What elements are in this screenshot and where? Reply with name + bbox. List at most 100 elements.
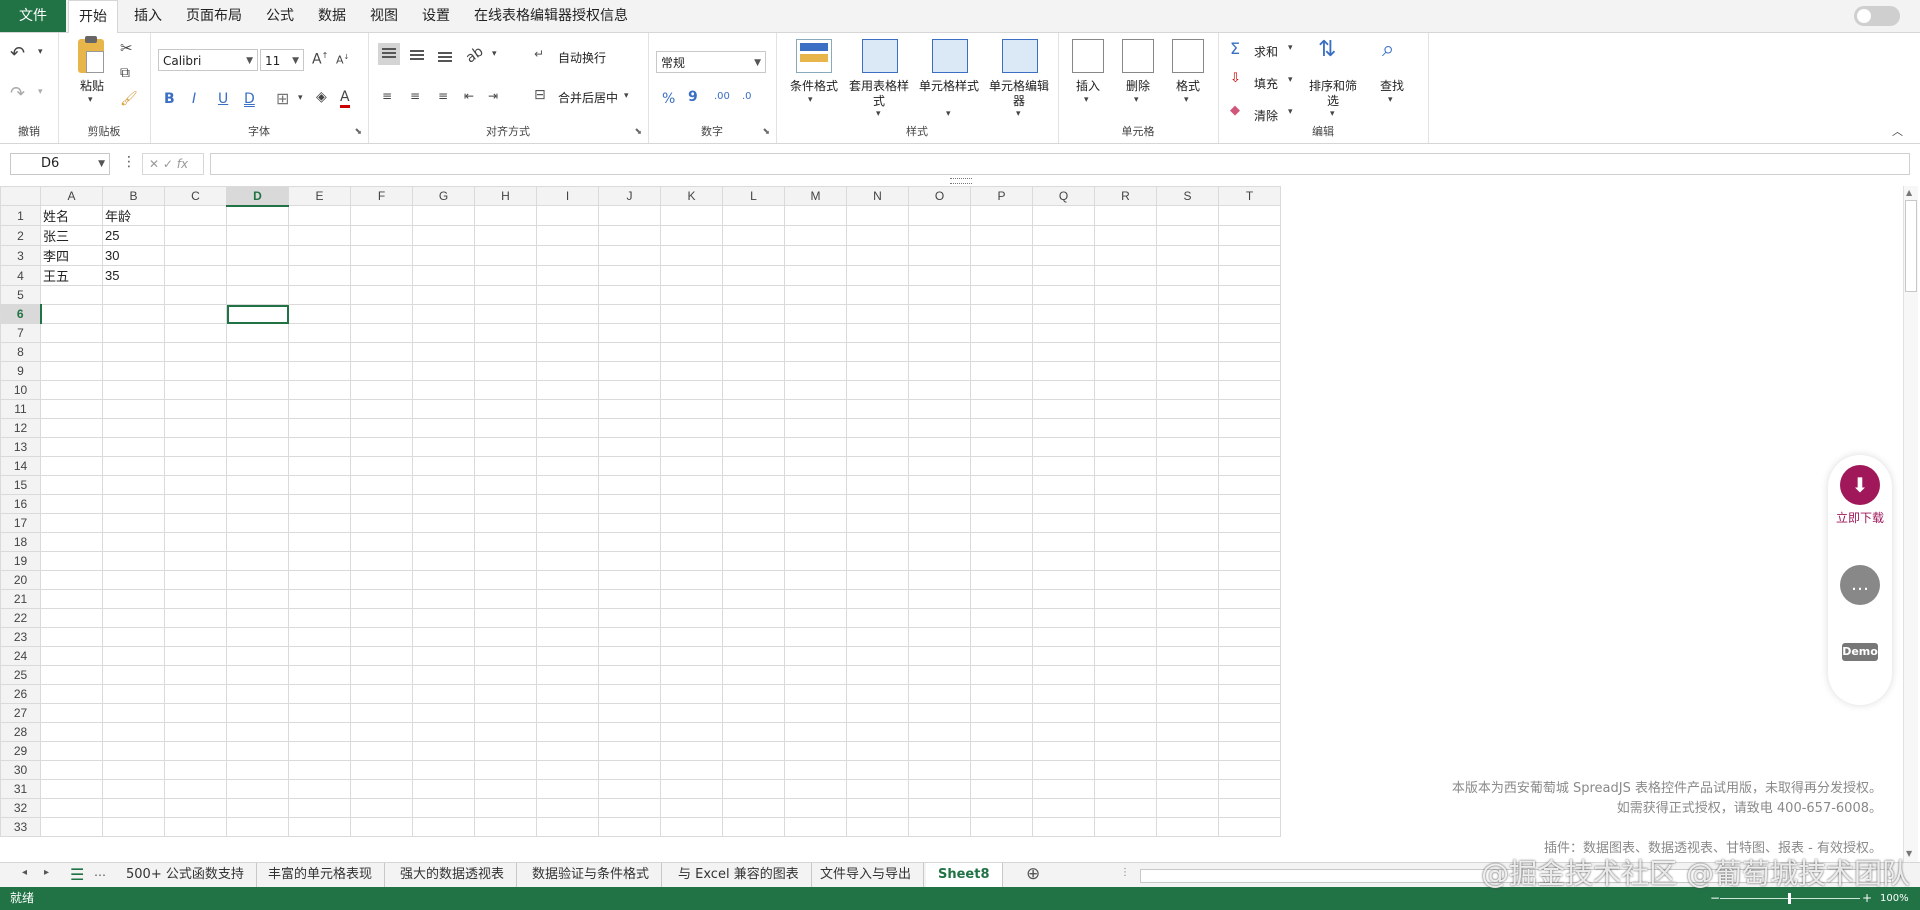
cell[interactable] [350, 304, 413, 324]
format-cells-icon[interactable] [1172, 39, 1204, 73]
cell[interactable] [722, 798, 785, 818]
cell[interactable] [474, 437, 537, 457]
tab-settings[interactable]: 设置 [412, 0, 460, 32]
theme-toggle[interactable] [1854, 6, 1900, 26]
cell[interactable] [412, 741, 475, 761]
cell[interactable] [102, 722, 165, 742]
cell[interactable] [784, 608, 847, 628]
cell[interactable] [1156, 722, 1219, 742]
cell[interactable] [846, 380, 909, 400]
cell[interactable] [1218, 399, 1281, 419]
cell[interactable] [598, 589, 661, 609]
cell[interactable] [226, 418, 289, 438]
cell[interactable] [1094, 703, 1157, 723]
cell[interactable] [1094, 265, 1157, 286]
selected-cell[interactable] [226, 304, 289, 324]
cell[interactable] [784, 361, 847, 381]
cell[interactable] [908, 265, 971, 286]
cell[interactable] [908, 703, 971, 723]
sheet-tab[interactable]: 与 Excel 兼容的图表 [666, 863, 812, 887]
cell[interactable] [846, 722, 909, 742]
cell[interactable] [970, 532, 1033, 552]
cell[interactable] [412, 513, 475, 533]
cell[interactable] [1032, 456, 1095, 476]
cell[interactable] [908, 646, 971, 666]
cell[interactable] [288, 665, 351, 685]
cell[interactable] [846, 418, 909, 438]
cell[interactable] [846, 361, 909, 381]
cell[interactable] [536, 399, 599, 419]
cell[interactable] [226, 225, 289, 246]
column-header[interactable]: Q [1032, 186, 1095, 206]
cell[interactable] [1094, 684, 1157, 704]
cell[interactable] [908, 475, 971, 495]
cell[interactable] [1218, 779, 1281, 799]
sheet-tab[interactable]: 丰富的单元格表现 [256, 863, 386, 887]
cell[interactable] [102, 380, 165, 400]
cell[interactable] [536, 779, 599, 799]
cell[interactable] [350, 722, 413, 742]
cell[interactable] [288, 646, 351, 666]
cell[interactable] [722, 361, 785, 381]
cell[interactable] [908, 760, 971, 780]
cell[interactable] [412, 532, 475, 552]
cell[interactable] [598, 437, 661, 457]
cell[interactable] [350, 265, 413, 286]
cell[interactable] [474, 798, 537, 818]
cell-editor-button[interactable]: 单元格编辑器 [988, 79, 1050, 109]
cell[interactable] [226, 285, 289, 305]
cell[interactable] [536, 323, 599, 343]
cell[interactable] [288, 760, 351, 780]
cell[interactable] [40, 513, 103, 533]
cell[interactable] [784, 380, 847, 400]
cell[interactable] [164, 570, 227, 590]
cell[interactable] [784, 779, 847, 799]
cell[interactable] [660, 494, 723, 514]
cell[interactable] [1032, 513, 1095, 533]
cell[interactable] [1218, 532, 1281, 552]
cell[interactable] [784, 589, 847, 609]
cell[interactable] [970, 722, 1033, 742]
cell[interactable] [598, 551, 661, 571]
cell[interactable] [722, 703, 785, 723]
cell[interactable] [1156, 418, 1219, 438]
cell[interactable] [102, 456, 165, 476]
cell[interactable] [908, 513, 971, 533]
cell[interactable] [1218, 304, 1281, 324]
cell[interactable] [226, 205, 289, 226]
cell[interactable] [846, 513, 909, 533]
cell[interactable] [660, 608, 723, 628]
cell[interactable] [784, 285, 847, 305]
column-header[interactable]: L [722, 186, 785, 206]
cut-icon[interactable]: ✂ [120, 39, 133, 57]
column-header[interactable]: C [164, 186, 227, 206]
cell[interactable] [598, 418, 661, 438]
cell[interactable] [350, 665, 413, 685]
cell[interactable] [536, 646, 599, 666]
cell[interactable] [1218, 342, 1281, 362]
cell[interactable] [536, 265, 599, 286]
row-header[interactable]: 28 [0, 722, 41, 742]
comma-button[interactable]: 9 [688, 89, 698, 105]
cell[interactable] [846, 779, 909, 799]
cell[interactable] [784, 494, 847, 514]
cell[interactable] [412, 245, 475, 266]
cell[interactable] [1218, 684, 1281, 704]
cell[interactable] [784, 456, 847, 476]
cell[interactable] [474, 245, 537, 266]
chevron-down-icon[interactable]: ▾ [1388, 95, 1393, 105]
cell[interactable] [1156, 551, 1219, 571]
cell[interactable] [846, 570, 909, 590]
cell[interactable] [846, 205, 909, 226]
cell[interactable] [536, 722, 599, 742]
cell[interactable] [660, 418, 723, 438]
cell[interactable] [660, 399, 723, 419]
chevron-down-icon[interactable]: ▾ [38, 87, 43, 97]
cell[interactable] [350, 342, 413, 362]
cell[interactable] [784, 760, 847, 780]
merge-icon[interactable]: ⊟ [534, 87, 546, 103]
chevron-down-icon[interactable]: ▾ [298, 93, 303, 103]
cell[interactable] [660, 304, 723, 324]
cell[interactable] [598, 722, 661, 742]
cell[interactable] [1032, 225, 1095, 246]
